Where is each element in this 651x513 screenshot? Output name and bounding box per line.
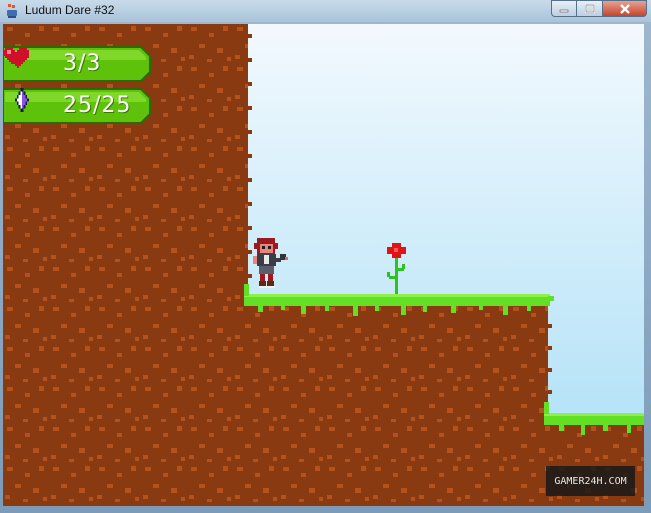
mana-bar: 25/25: [3, 88, 153, 124]
window-title: Ludum Dare #32: [25, 3, 115, 17]
close-icon: [619, 3, 630, 14]
crystal-icon: [15, 88, 29, 112]
close-button[interactable]: [603, 0, 647, 17]
health-text: 3/3: [63, 51, 102, 76]
watermark: GAMER24H.COM: [546, 466, 635, 496]
minimize-icon: [559, 9, 569, 12]
java-app-icon: [7, 4, 17, 18]
game-window: Ludum Dare #32 3/3 25/25 GAMER24H.COM: [0, 0, 651, 513]
mana-text: 25/25: [63, 93, 132, 118]
minimize-button[interactable]: [551, 0, 577, 17]
maximize-button[interactable]: [577, 0, 603, 17]
heart-icon: [3, 48, 29, 68]
game-viewport[interactable]: 3/3 25/25 GAMER24H.COM: [3, 24, 644, 506]
health-bar: 3/3: [3, 46, 153, 82]
maximize-icon: [584, 4, 595, 13]
title-bar[interactable]: Ludum Dare #32: [0, 0, 651, 22]
window-controls: [551, 0, 647, 17]
